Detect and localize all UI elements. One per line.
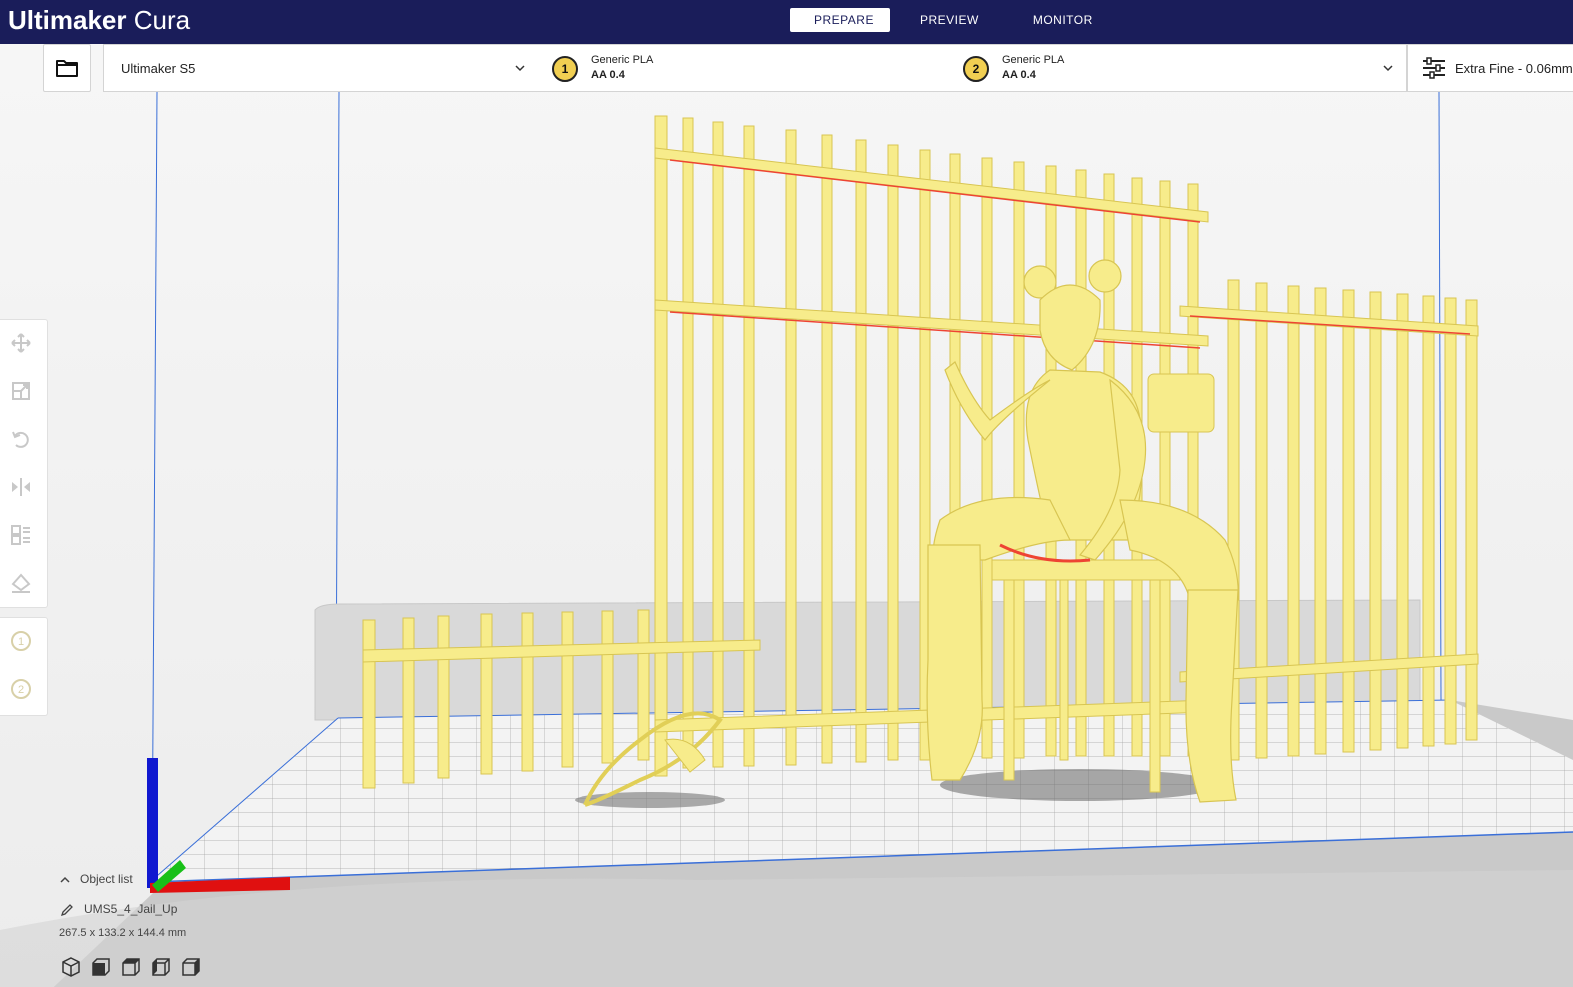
- material-selector[interactable]: 1 Generic PLA AA 0.4 2 Generic PLA AA 0.…: [538, 44, 1407, 92]
- object-name[interactable]: UMS5_4_Jail_Up: [60, 902, 177, 917]
- tab-monitor[interactable]: MONITOR: [1006, 8, 1117, 32]
- settings-sliders-icon: [1423, 57, 1445, 79]
- extruder-2-icon: 2: [11, 679, 31, 699]
- scale-icon: [12, 382, 30, 400]
- extruder-material: Generic PLA: [591, 54, 654, 66]
- tab-preview[interactable]: PREVIEW: [890, 8, 1006, 32]
- print-settings-selector[interactable]: Extra Fine - 0.06mm: [1407, 44, 1573, 92]
- object-list-toggle[interactable]: Object list: [60, 872, 133, 886]
- svg-text:2: 2: [18, 684, 24, 696]
- printer-name: Ultimaker S5: [121, 61, 196, 76]
- per-model-settings-icon: [11, 525, 30, 545]
- move-icon: [11, 333, 31, 353]
- tool-support-blocker[interactable]: [10, 572, 32, 594]
- extruder-tool-panel: 1 2: [0, 617, 48, 716]
- extruder-tool-1[interactable]: 1: [10, 630, 32, 652]
- support-blocker-icon: [11, 573, 31, 593]
- printer-selector[interactable]: Ultimaker S5: [103, 44, 539, 92]
- tool-move[interactable]: [10, 332, 32, 354]
- extruder-1-icon: 1: [11, 631, 31, 651]
- extruder-badge: 1: [552, 56, 578, 82]
- 3d-view-icon[interactable]: [60, 956, 82, 978]
- app-logo: Ultimaker Cura: [8, 5, 191, 35]
- pencil-icon: [60, 903, 73, 916]
- svg-text:1: 1: [18, 636, 24, 648]
- extruder-material: Generic PLA: [1002, 54, 1065, 66]
- scene-canvas: [0, 44, 1573, 987]
- extruder-nozzle: AA 0.4: [1002, 69, 1036, 81]
- stage-tabs: PREPARE PREVIEW MONITOR: [790, 8, 1117, 32]
- tool-panel: [0, 319, 48, 608]
- profile-name: Extra Fine - 0.06mm: [1455, 61, 1573, 76]
- chevron-down-icon: [515, 65, 525, 72]
- chevron-down-icon: [1383, 65, 1393, 72]
- right-view-icon[interactable]: [180, 956, 202, 978]
- tool-per-model-settings[interactable]: [10, 524, 32, 546]
- toolbar: Ultimaker S5 1 Generic PLA AA 0.4 2 Gene…: [0, 44, 1573, 92]
- extruder-badge: 2: [963, 56, 989, 82]
- header-bar: Ultimaker Cura PREPARE PREVIEW MONITOR: [0, 0, 1573, 44]
- top-view-icon[interactable]: [120, 956, 142, 978]
- extruder-tool-2[interactable]: 2: [10, 678, 32, 700]
- tool-scale[interactable]: [10, 380, 32, 402]
- camera-view-buttons: [60, 956, 202, 978]
- open-file-button[interactable]: [43, 44, 91, 92]
- mirror-icon: [12, 478, 30, 496]
- tool-rotate[interactable]: [10, 428, 32, 450]
- object-dimensions: 267.5 x 133.2 x 144.4 mm: [59, 927, 187, 939]
- chevron-up-icon: [60, 876, 70, 883]
- left-view-icon[interactable]: [150, 956, 172, 978]
- folder-icon: [56, 60, 78, 77]
- tool-mirror[interactable]: [10, 476, 32, 498]
- 3d-viewport[interactable]: [0, 44, 1573, 987]
- rotate-icon: [12, 431, 29, 448]
- extruder-nozzle: AA 0.4: [591, 69, 625, 81]
- front-view-icon[interactable]: [90, 956, 112, 978]
- tab-prepare[interactable]: PREPARE: [790, 8, 890, 32]
